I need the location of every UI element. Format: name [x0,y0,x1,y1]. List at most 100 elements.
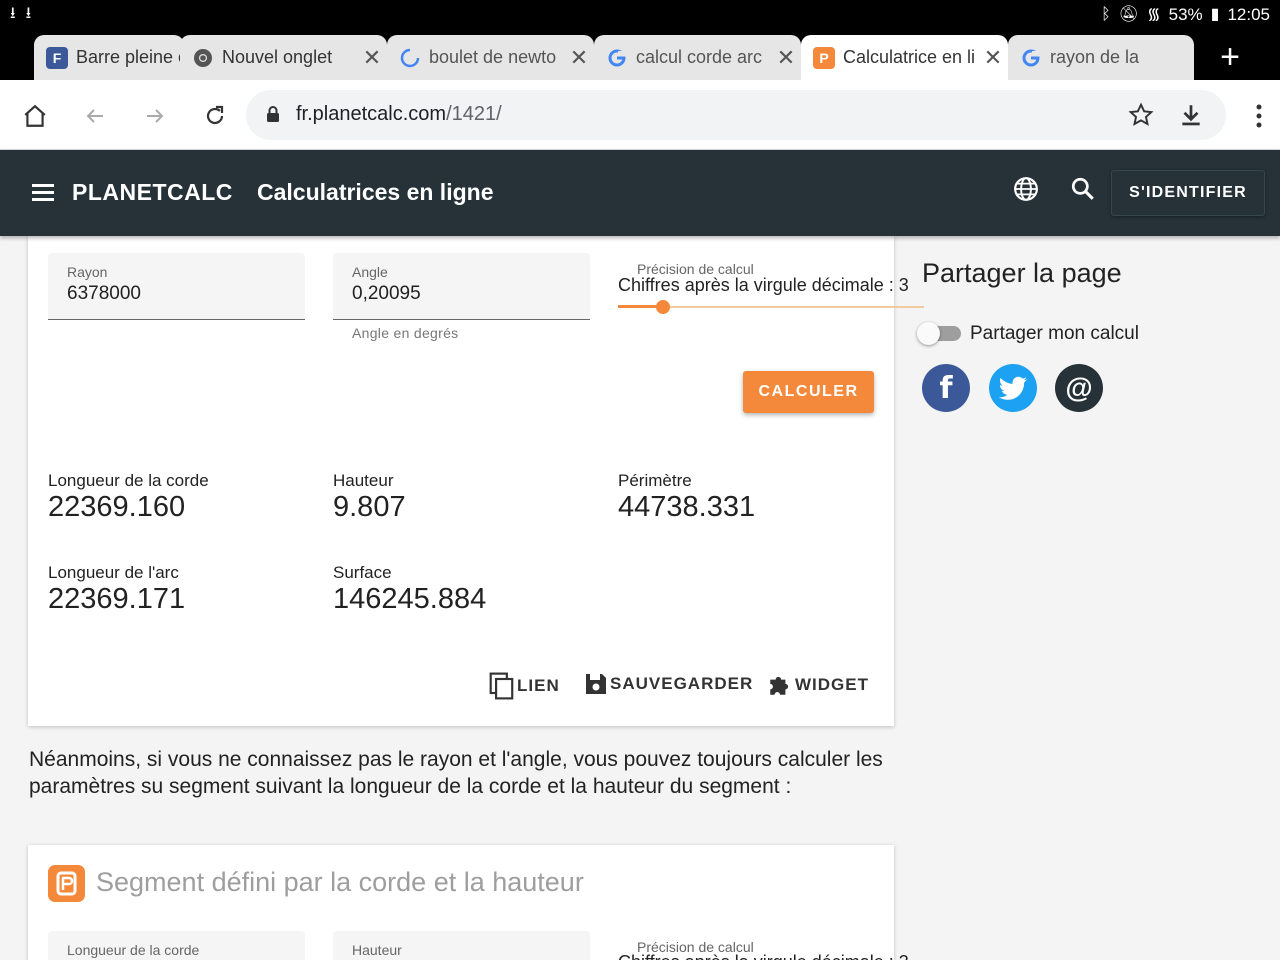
email-icon[interactable]: @ [1055,364,1103,412]
save-icon [586,674,606,694]
loading-icon [399,47,421,69]
share-toggle-label: Partager mon calcul [970,323,1139,344]
action-label: SAUVEGARDER [610,674,754,693]
field-value: 0,20095 [352,283,421,304]
battery-icon: ▮ [1210,6,1220,23]
arrow-left-icon [86,109,103,123]
home-icon [24,104,46,127]
home-button[interactable] [15,96,55,136]
precision-value: Chiffres après la virgule décimale : 3 [618,275,909,295]
widget-button[interactable]: WIDGET [767,672,869,698]
google-icon [606,47,628,69]
result-value: 9.807 [333,491,406,523]
height-field[interactable]: Hauteur [333,931,590,960]
close-icon[interactable]: ✕ [357,45,387,71]
share-toggle[interactable] [917,322,961,345]
chord-length-field[interactable]: Longueur de la corde [48,931,305,960]
link-button[interactable]: LIEN [489,672,560,700]
field-label: Angle [352,264,388,280]
slider-thumb[interactable] [656,300,670,314]
site-subtitle[interactable]: Calculatrices en ligne [257,179,493,206]
body-paragraph: Néanmoins, si vous ne connaissez pas le … [29,748,883,798]
copy-icon [489,672,514,700]
search-icon[interactable] [1070,176,1096,202]
tab-barre-pleine[interactable]: F Barre pleine e [34,35,184,80]
facebook-favicon-icon: F [46,46,68,69]
tab-label: boulet de newto [429,47,557,67]
menu-icon[interactable] [32,184,54,202]
arrow-right-icon [147,109,164,123]
puzzle-icon [770,676,789,695]
bluetooth-icon: ᛒ [1101,6,1111,23]
tab-nouvel-onglet[interactable]: Nouvel onglet ✕ [180,35,387,80]
result-value: 22369.171 [48,583,186,615]
field-label: Rayon [67,264,108,280]
reload-button[interactable] [195,96,235,136]
tab-calcul-corde-arc[interactable]: calcul corde arc ✕ [594,35,801,80]
calculate-button[interactable]: CALCULER [743,371,874,413]
precision-value: Chiffres après la virgule décimale : 3 [618,952,909,960]
lock-icon [267,106,279,122]
toggle-knob [917,322,940,345]
calculator-card-2: Segment défini par la corde et la hauteu… [28,845,909,960]
card-title: Segment défini par la corde et la hauteu… [96,867,584,897]
tab-label: Calculatrice en li [843,47,976,67]
reload-icon [206,105,224,125]
angle-field[interactable]: Angle 0,20095 [333,253,590,320]
result-value: 44738.331 [618,491,756,523]
site-logo[interactable]: PLANETCALC [72,179,233,206]
wifi-icon: ᯾ [1146,6,1161,23]
result-label: Longueur de la corde [48,471,209,490]
site-header: PLANETCALC Calculatrices en ligne S'IDEN… [0,150,1280,236]
google-icon [1020,47,1042,69]
url-field[interactable]: fr.planetcalc.com/1421/ [246,90,1226,140]
rayon-field[interactable]: Rayon 6378000 [48,253,305,320]
share-title: Partager la page [922,258,1122,288]
globe-icon[interactable] [1013,176,1039,202]
tab-bar: F Barre pleine e Nouvel onglet ✕ boulet … [0,30,1280,80]
result-value: 146245.884 [333,583,487,615]
tab-calculatrice-en-ligne[interactable]: P Calculatrice en li ✕ [801,35,1008,80]
result-label: Longueur de l'arc [48,563,179,582]
download-icon[interactable] [1178,102,1204,128]
clock: 12:05 [1227,5,1270,24]
planetcalc-favicon-icon: P [813,46,835,69]
action-label: LIEN [517,676,560,695]
chrome-icon [192,47,214,69]
facebook-icon[interactable]: f [922,364,970,412]
close-icon[interactable]: ✕ [771,45,801,71]
new-tab-button[interactable]: + [1220,40,1240,74]
field-label: Longueur de la corde [67,942,200,958]
star-icon[interactable] [1128,102,1154,128]
planetcalc-logo-icon [48,865,85,902]
close-icon[interactable]: ✕ [564,45,594,71]
tab-label: Barre pleine e [76,47,184,67]
tab-rayon-de-la[interactable]: rayon de la [1008,35,1194,80]
tab-boulet-de-newton[interactable]: boulet de newto ✕ [387,35,594,80]
url-text: fr.planetcalc.com/1421/ [296,103,502,125]
result-value: 22369.160 [48,491,186,523]
field-label: Hauteur [352,942,402,958]
download-icon: ⭳ [25,5,32,22]
close-icon[interactable]: ✕ [978,45,1008,71]
twitter-icon[interactable] [989,364,1037,412]
tab-label: Nouvel onglet [222,47,333,67]
action-label: WIDGET [795,675,869,694]
download-icon: ⭳ [10,5,16,22]
calculator-card: Rayon 6378000 Angle 0,20095 Angle en deg… [28,236,924,726]
result-label: Périmètre [618,471,692,490]
field-value: 6378000 [67,283,141,304]
address-bar: fr.planetcalc.com/1421/ [0,80,1280,150]
battery-percent: 53% [1168,5,1203,24]
save-button[interactable]: SAUVEGARDER [584,672,753,696]
tab-label: calcul corde arc [636,47,763,67]
result-label: Hauteur [333,471,394,490]
angle-hint: Angle en degrés [352,325,459,341]
mute-icon: 🔕︎ [1118,6,1139,23]
forward-button[interactable] [135,96,175,136]
more-vert-icon[interactable] [1256,104,1262,128]
result-label: Surface [333,563,392,582]
back-button[interactable] [75,96,115,136]
tab-label: rayon de la [1050,47,1140,67]
login-button[interactable]: S'IDENTIFIER [1111,170,1265,216]
